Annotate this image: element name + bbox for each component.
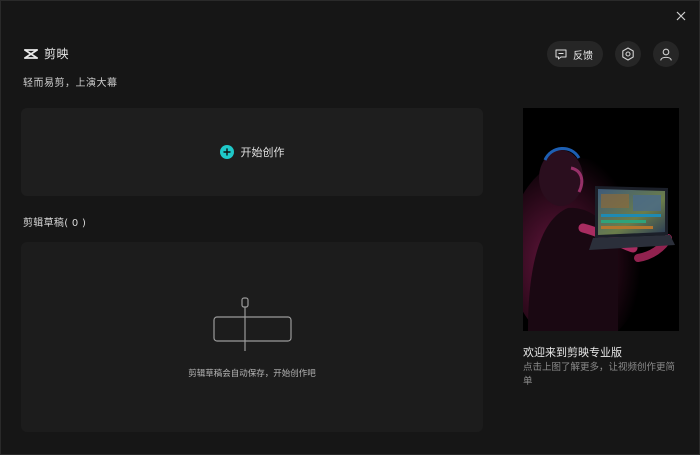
promo-banner-image[interactable] — [523, 108, 679, 331]
capcut-logo-icon — [24, 48, 38, 59]
start-creation-label: 开始创作 — [240, 146, 285, 159]
app-window: 剪映 轻而易剪，上演大幕 反馈 开始创作 剪辑草稿(0) 剪辑草稿会自动保存… — [0, 0, 700, 455]
feedback-label: 反馈 — [573, 50, 593, 62]
start-creation-button[interactable]: 开始创作 — [21, 108, 483, 196]
user-icon — [660, 48, 672, 61]
empty-drafts-text: 剪辑草稿会自动保存，开始创作吧 — [188, 369, 316, 379]
settings-button[interactable] — [615, 41, 641, 67]
header-actions: 反馈 — [547, 41, 679, 67]
brand: 剪映 — [23, 45, 69, 62]
user-button[interactable] — [653, 41, 679, 67]
drafts-list: 剪辑草稿会自动保存，开始创作吧 — [21, 242, 483, 432]
person-with-laptop-illustration — [523, 108, 679, 331]
gear-icon — [622, 47, 634, 61]
app-name: 剪映 — [44, 47, 70, 61]
promo-title: 欢迎来到剪映专业版 — [523, 346, 622, 359]
close-icon — [676, 11, 686, 21]
drafts-title: 剪辑草稿( 0 ) — [23, 218, 87, 229]
app-slogan: 轻而易剪，上演大幕 — [23, 78, 118, 89]
message-icon — [555, 49, 567, 59]
empty-drafts-icon — [213, 297, 292, 351]
promo-description: 点击上图了解更多，让视频创作更简单 — [523, 362, 676, 387]
close-button[interactable] — [671, 6, 691, 26]
plus-icon — [219, 145, 234, 159]
feedback-button[interactable]: 反馈 — [547, 41, 603, 67]
